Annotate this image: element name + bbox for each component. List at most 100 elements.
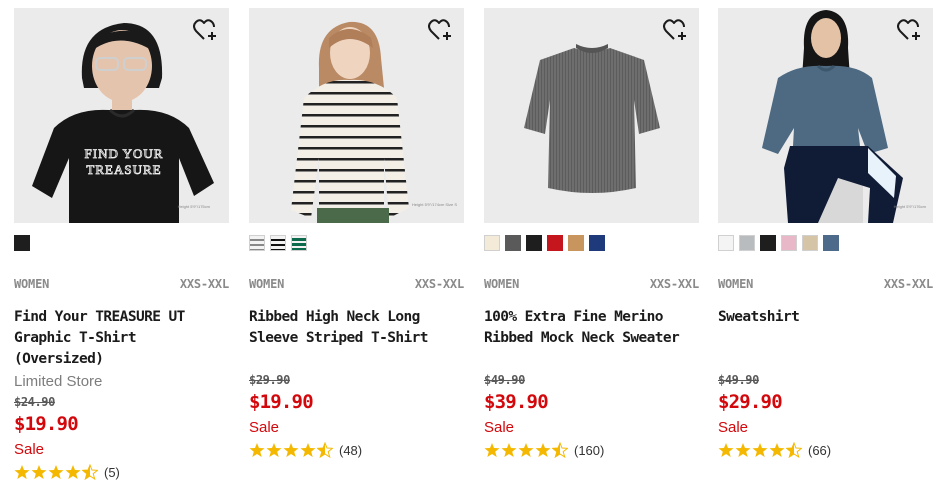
svg-text:FIND YOUR: FIND YOUR	[85, 146, 164, 161]
product-name-line: Sweatshirt	[718, 309, 800, 325]
star-half-icon	[786, 442, 802, 458]
product-name-line: Ribbed Mock Neck Sweater	[484, 330, 680, 346]
color-swatch-gray-stripe[interactable]	[249, 235, 265, 251]
star-full-icon	[65, 465, 81, 479]
svg-text:TREASURE: TREASURE	[86, 162, 161, 177]
sale-label: Sale	[249, 419, 280, 436]
image-caption: Height 5'9"/175cm	[178, 204, 211, 209]
color-swatch-green-stripe[interactable]	[291, 235, 307, 251]
image-caption: Height 5'9"/176cm	[894, 204, 927, 209]
rating[interactable]: (5)	[14, 463, 229, 481]
star-full-icon	[249, 443, 265, 457]
color-swatches	[14, 235, 229, 251]
product-meta: WOMEN XXS-XXL	[718, 277, 933, 291]
product-card-1[interactable]: FIND YOUR TREASURE Height 5'9"/175cm WOM…	[14, 8, 229, 481]
sale-price: $29.90	[718, 391, 783, 413]
product-card-4[interactable]: Height 5'9"/176cm WOMEN XXS-XXL Sweatshi…	[718, 8, 933, 459]
price-block: $49.90 $39.90 Sale	[484, 373, 699, 437]
color-swatch-black-stripe[interactable]	[270, 235, 286, 251]
product-image-1[interactable]: FIND YOUR TREASURE Height 5'9"/175cm	[14, 8, 229, 223]
color-swatch-beige[interactable]	[802, 235, 818, 251]
color-swatch-navy[interactable]	[589, 235, 605, 251]
original-price: $29.90	[249, 373, 290, 387]
price-block: $49.90 $29.90 Sale	[718, 373, 933, 437]
size-range: XXS-XXL	[179, 277, 229, 291]
star-full-icon	[769, 443, 785, 457]
color-swatches	[718, 235, 933, 251]
sale-price: $19.90	[249, 391, 314, 413]
color-swatches	[249, 235, 464, 251]
heart-plus-icon[interactable]	[663, 18, 689, 42]
color-swatch-pink[interactable]	[781, 235, 797, 251]
star-full-icon	[31, 465, 47, 479]
star-half-icon	[82, 464, 98, 480]
star-rating	[484, 442, 568, 458]
original-price: $24.90	[14, 395, 55, 409]
rating[interactable]: (66)	[718, 441, 933, 459]
sale-label: Sale	[14, 441, 45, 458]
product-name[interactable]: 100% Extra Fine Merino Ribbed Mock Neck …	[484, 307, 699, 349]
review-count: (160)	[574, 442, 605, 458]
original-price: $49.90	[484, 373, 525, 387]
star-full-icon	[718, 443, 734, 457]
product-category: WOMEN	[249, 277, 285, 291]
product-meta: WOMEN XXS-XXL	[249, 277, 464, 291]
color-swatch-white[interactable]	[718, 235, 734, 251]
size-range: XXS-XXL	[649, 277, 699, 291]
product-name-line: 100% Extra Fine Merino	[484, 309, 663, 325]
product-name[interactable]: Sweatshirt	[718, 307, 933, 349]
color-swatch-off-white[interactable]	[484, 235, 500, 251]
product-category: WOMEN	[484, 277, 520, 291]
product-category: WOMEN	[718, 277, 754, 291]
star-rating	[14, 464, 98, 480]
price-block: $29.90 $19.90 Sale	[249, 373, 464, 437]
product-meta: WOMEN XXS-XXL	[14, 277, 229, 291]
color-swatch-black[interactable]	[526, 235, 542, 251]
color-swatches	[484, 235, 699, 251]
product-category: WOMEN	[14, 277, 50, 291]
review-count: (66)	[808, 442, 832, 458]
product-name[interactable]: Find Your TREASURE UT Graphic T-Shirt (O…	[14, 307, 229, 367]
sale-price: $19.90	[14, 413, 79, 435]
rating[interactable]: (48)	[249, 441, 464, 459]
original-price: $49.90	[718, 373, 759, 387]
product-name-line: Find Your TREASURE UT	[14, 309, 185, 325]
star-half-icon	[317, 442, 333, 458]
color-swatch-black[interactable]	[760, 235, 776, 251]
rating[interactable]: (160)	[484, 441, 699, 459]
product-name-line: Ribbed High Neck Long	[249, 309, 420, 325]
product-image-4[interactable]: Height 5'9"/176cm	[718, 8, 933, 223]
star-rating	[249, 442, 333, 458]
star-full-icon	[300, 443, 316, 457]
product-image-3[interactable]	[484, 8, 699, 223]
star-full-icon	[14, 465, 30, 479]
color-swatch-gray[interactable]	[505, 235, 521, 251]
image-caption: Height 5'9"/174cm Size S	[412, 202, 457, 207]
color-swatch-black[interactable]	[14, 235, 30, 251]
star-full-icon	[283, 443, 299, 457]
star-full-icon	[266, 443, 282, 457]
star-full-icon	[535, 443, 551, 457]
product-name-line: Graphic T-Shirt (Oversized)	[14, 330, 137, 367]
heart-plus-icon[interactable]	[897, 18, 923, 42]
product-card-2[interactable]: Height 5'9"/174cm Size S WOMEN XXS-XXL R…	[249, 8, 464, 459]
color-swatch-red[interactable]	[547, 235, 563, 251]
size-range: XXS-XXL	[883, 277, 933, 291]
star-full-icon	[752, 443, 768, 457]
product-image-2[interactable]: Height 5'9"/174cm Size S	[249, 8, 464, 223]
color-swatch-blue[interactable]	[823, 235, 839, 251]
star-full-icon	[484, 443, 500, 457]
star-rating	[718, 442, 802, 458]
price-block: $24.90 $19.90 Sale	[14, 395, 229, 459]
product-meta: WOMEN XXS-XXL	[484, 277, 699, 291]
size-range: XXS-XXL	[414, 277, 464, 291]
sale-price: $39.90	[484, 391, 549, 413]
product-name[interactable]: Ribbed High Neck Long Sleeve Striped T-S…	[249, 307, 464, 349]
color-swatch-camel[interactable]	[568, 235, 584, 251]
color-swatch-light-gray[interactable]	[739, 235, 755, 251]
heart-plus-icon[interactable]	[428, 18, 454, 42]
heart-plus-icon[interactable]	[193, 18, 219, 42]
star-full-icon	[518, 443, 534, 457]
product-grid: FIND YOUR TREASURE Height 5'9"/175cm WOM…	[0, 0, 944, 499]
product-card-3[interactable]: WOMEN XXS-XXL 100% Extra Fine Merino Rib…	[484, 8, 699, 459]
